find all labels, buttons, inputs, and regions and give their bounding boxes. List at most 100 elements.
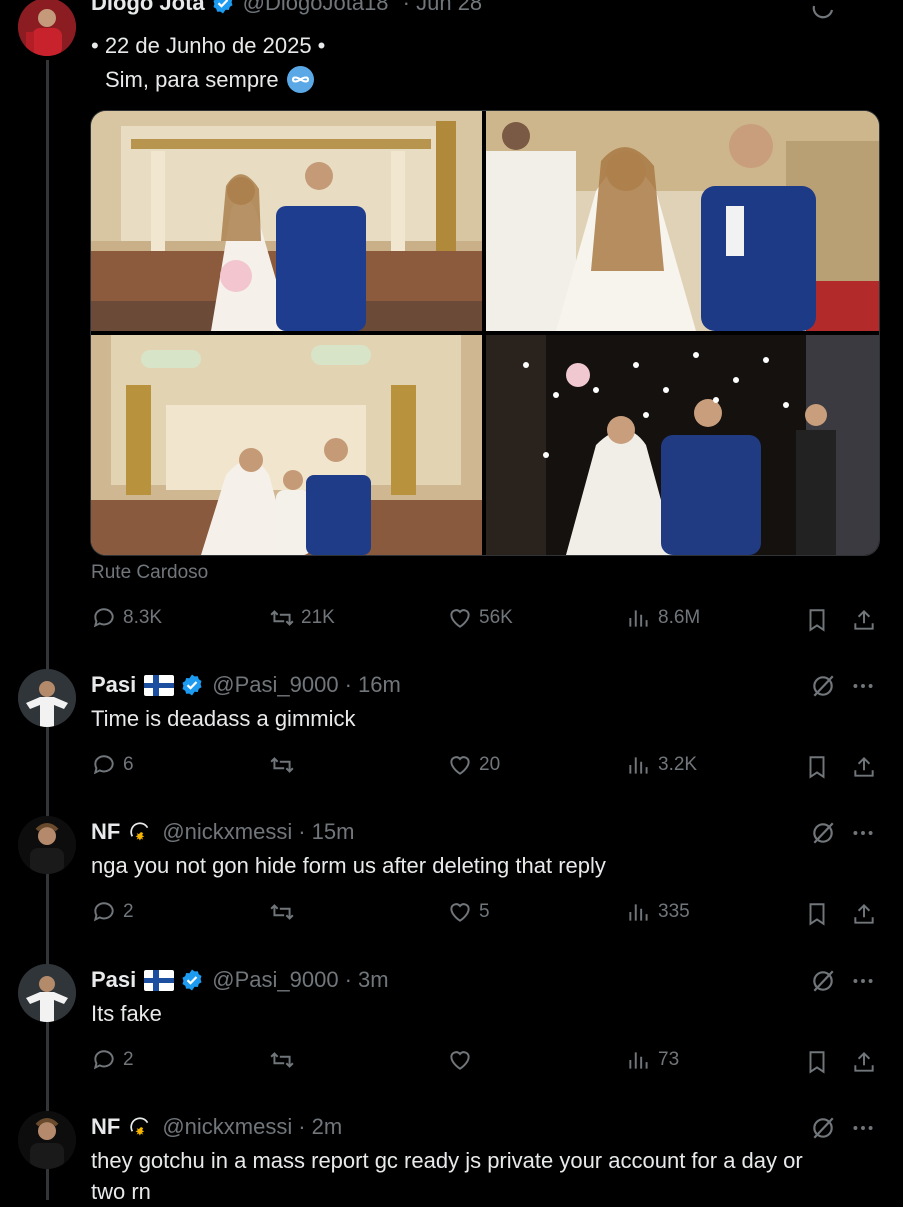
photo-grid[interactable] — [90, 110, 880, 556]
tweet-header: Pasi @Pasi_9000 · 16m — [91, 672, 401, 698]
handle[interactable]: @DiogoJota18 — [243, 0, 389, 16]
share-icon[interactable] — [851, 754, 877, 780]
tweet-header: Pasi @Pasi_9000 · 3m — [91, 967, 389, 993]
reply-button[interactable]: 2 — [91, 1047, 134, 1073]
timestamp[interactable]: · 2m — [298, 1114, 342, 1140]
reply-button[interactable]: 8.3K — [91, 605, 162, 631]
views-button[interactable]: 8.6M — [626, 605, 700, 631]
reply-button[interactable]: 6 — [91, 752, 134, 778]
avatar[interactable] — [18, 0, 76, 56]
wedding-photo-altar[interactable] — [91, 111, 482, 331]
share-icon[interactable] — [851, 607, 877, 633]
dizzy-emoji-icon — [130, 1117, 149, 1136]
like-button[interactable] — [447, 1047, 479, 1073]
reply-count: 8.3K — [123, 607, 163, 628]
repost-icon — [270, 610, 294, 626]
like-button[interactable]: 20 — [447, 752, 500, 778]
grok-icon[interactable] — [810, 2, 836, 24]
more-icon[interactable] — [850, 673, 876, 699]
views-button[interactable]: 3.2K — [626, 752, 697, 778]
tweet-actions: 2 73 — [91, 1047, 881, 1077]
views-count: 3.2K — [658, 754, 698, 775]
handle[interactable]: @Pasi_9000 — [212, 967, 338, 993]
bookmark-icon[interactable] — [804, 754, 830, 780]
tweet-header: NF @nickxmessi · 15m — [91, 819, 354, 845]
like-button[interactable]: 56K — [447, 605, 513, 631]
verified-badge-icon — [182, 969, 202, 991]
bookmark-icon[interactable] — [804, 901, 830, 927]
like-count: 5 — [479, 901, 490, 922]
tweet-text: nga you not gon hide form us after delet… — [91, 853, 606, 878]
avatar[interactable] — [18, 1111, 76, 1169]
tweet-text-line: they gotchu in a mass report gc ready js… — [91, 1148, 803, 1173]
dizzy-emoji-icon — [130, 822, 149, 841]
tweet-header: NF @nickxmessi · 2m — [91, 1114, 342, 1140]
tweet-actions: 8.3K 21K 56K 8.6M — [91, 605, 881, 635]
reply-count: 2 — [123, 1049, 134, 1070]
display-name[interactable]: NF — [91, 1114, 120, 1140]
repost-button[interactable] — [269, 899, 301, 925]
like-count: 20 — [479, 754, 501, 775]
views-count: 73 — [658, 1049, 680, 1070]
reply-icon — [93, 902, 114, 922]
reply-icon — [93, 608, 114, 628]
avatar[interactable] — [18, 816, 76, 874]
tweet-text-line: two rn — [91, 1179, 151, 1204]
finland-flag-icon — [144, 674, 175, 696]
handle[interactable]: @nickxmessi — [162, 819, 292, 845]
tweet-actions: 2 5 335 — [91, 899, 881, 929]
verified-badge-icon — [213, 0, 233, 14]
photo-credit: Rute Cardoso — [91, 562, 209, 583]
timestamp-text: Jun 28 — [416, 0, 483, 15]
bookmark-icon[interactable] — [804, 607, 830, 633]
grok-icon[interactable] — [810, 673, 836, 699]
grok-icon[interactable] — [810, 1115, 836, 1141]
display-name[interactable]: Pasi — [91, 967, 136, 993]
repost-button[interactable] — [269, 1047, 301, 1073]
reply-icon — [93, 1050, 114, 1070]
timestamp[interactable]: · 3m — [345, 967, 389, 993]
heart-icon — [450, 609, 470, 628]
timestamp[interactable]: · Jun 28 — [397, 0, 483, 16]
repost-button[interactable]: 21K — [269, 605, 335, 631]
avatar[interactable] — [18, 964, 76, 1022]
handle[interactable]: @nickxmessi — [162, 1114, 292, 1140]
display-name[interactable]: NF — [91, 819, 120, 845]
bookmark-icon[interactable] — [804, 1049, 830, 1075]
wedding-photo-family[interactable] — [91, 335, 482, 555]
reply-count: 6 — [123, 754, 134, 775]
heart-icon — [450, 903, 470, 922]
views-button[interactable]: 73 — [626, 1047, 679, 1073]
tweet-text: Its fake — [91, 1001, 162, 1026]
heart-icon — [450, 1051, 470, 1070]
wedding-photo-rings[interactable] — [486, 111, 879, 331]
more-icon[interactable] — [850, 1115, 876, 1141]
more-icon[interactable] — [850, 968, 876, 994]
handle[interactable]: @Pasi_9000 — [212, 672, 338, 698]
tweet-text-line-2: Sim, para sempre — [105, 67, 279, 92]
display-name[interactable]: Pasi — [91, 672, 136, 698]
repost-icon — [270, 1052, 294, 1068]
repost-count: 21K — [301, 607, 335, 628]
repost-button[interactable] — [269, 752, 301, 778]
timestamp[interactable]: · 16m — [345, 672, 401, 698]
share-icon[interactable] — [851, 901, 877, 927]
timestamp[interactable]: · 15m — [298, 819, 354, 845]
views-count: 335 — [658, 901, 690, 922]
finland-flag-icon — [144, 969, 175, 991]
verified-badge-icon — [182, 674, 202, 696]
views-icon — [629, 757, 648, 774]
heart-icon — [450, 756, 470, 775]
views-icon — [629, 904, 648, 921]
reply-button[interactable]: 2 — [91, 899, 134, 925]
share-icon[interactable] — [851, 1049, 877, 1075]
more-icon[interactable] — [850, 820, 876, 846]
views-icon — [629, 1052, 648, 1069]
views-button[interactable]: 335 — [626, 899, 690, 925]
wedding-photo-exit[interactable] — [486, 335, 879, 555]
grok-icon[interactable] — [810, 820, 836, 846]
like-button[interactable]: 5 — [447, 899, 490, 925]
display-name[interactable]: Diogo Jota — [91, 0, 205, 16]
grok-icon[interactable] — [810, 968, 836, 994]
avatar[interactable] — [18, 669, 76, 727]
